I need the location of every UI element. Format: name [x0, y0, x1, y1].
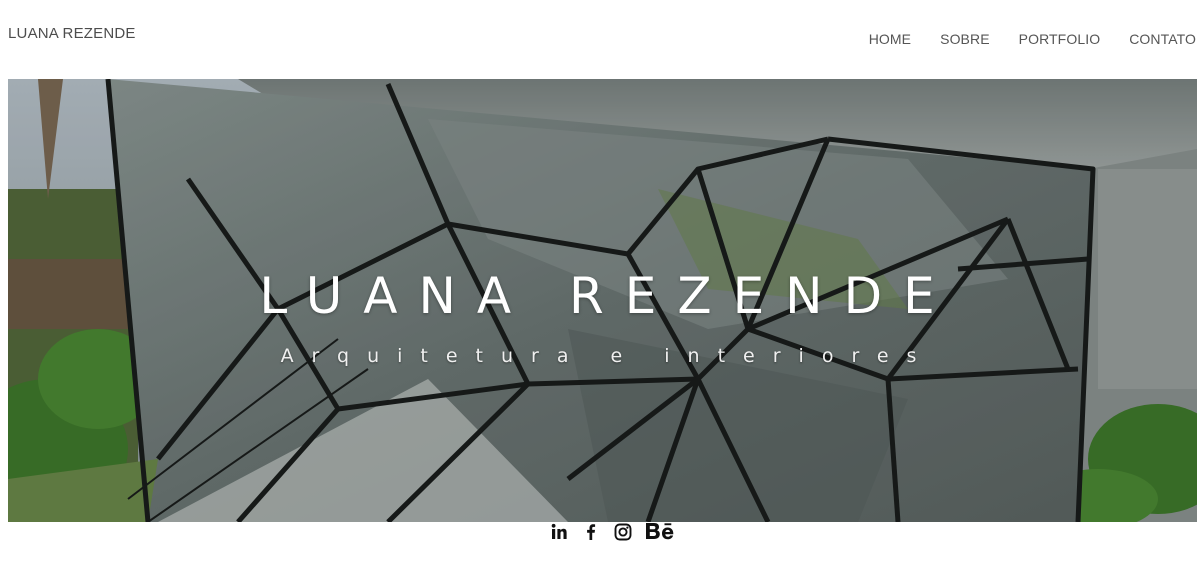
nav-sobre[interactable]: SOBRE — [940, 31, 990, 47]
nav-home[interactable]: HOME — [869, 31, 911, 47]
hero-subtitle: Arquitetura e interiores — [280, 345, 935, 367]
main-nav: HOME SOBRE PORTFOLIO CONTATO — [869, 31, 1196, 47]
nav-portfolio[interactable]: PORTFOLIO — [1019, 31, 1101, 47]
nav-contato[interactable]: CONTATO — [1129, 31, 1196, 47]
linkedin-icon[interactable] — [549, 522, 569, 542]
facebook-icon[interactable] — [581, 522, 601, 542]
site-logo[interactable]: LUANA REZENDE — [8, 25, 136, 42]
hero-banner: LUANA REZENDE Arquitetura e interiores — [8, 79, 1197, 522]
social-bar — [549, 521, 693, 543]
hero-title: LUANA REZENDE — [259, 267, 956, 325]
instagram-icon[interactable] — [613, 522, 633, 542]
behance-icon[interactable] — [645, 521, 681, 543]
